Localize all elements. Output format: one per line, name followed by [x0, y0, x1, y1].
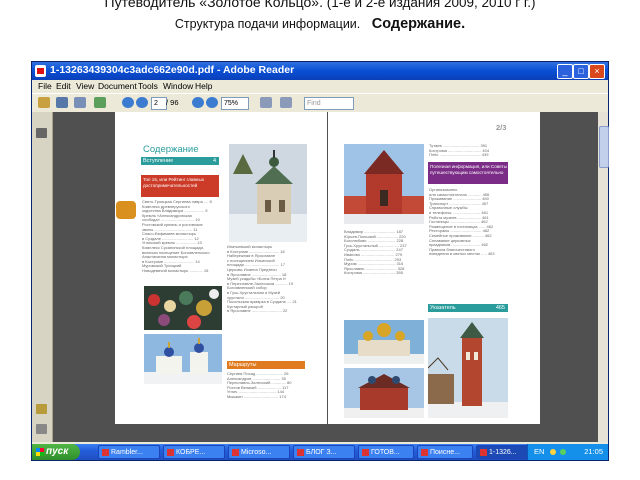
- tray-icon[interactable]: [560, 449, 566, 455]
- contents-text: Содержание.: [371, 16, 466, 32]
- taskbar-button[interactable]: Поисне...: [417, 445, 473, 459]
- toc-entry[interactable]: в Ярославле ........................... …: [227, 309, 297, 314]
- toc-top15-list-continued: Ипатьевский монастырь в Костроме .......…: [227, 244, 297, 314]
- find-input[interactable]: Find: [304, 97, 354, 110]
- taskbar-button[interactable]: ГОТОВ...: [358, 445, 414, 459]
- toc-entry[interactable]: Новодевичий монастырь ............ 15: [142, 268, 212, 274]
- taskbar-button[interactable]: Microso...: [228, 445, 290, 459]
- minimize-button[interactable]: _: [557, 64, 573, 79]
- window-title: 1-13263439304c3adc662e90d.pdf - Adobe Re…: [50, 64, 295, 76]
- page-right: 2/3 Владимир ...........................…: [328, 112, 540, 424]
- slide-caption-line1: Путеводитель «Золотое Кольцо». (1-е и 2-…: [0, 0, 640, 10]
- slide-caption-line2: Структура подачи информации. Содержание.: [0, 16, 640, 32]
- title-bar[interactable]: 1-13263439304c3adc662e90d.pdf - Adobe Re…: [32, 62, 608, 80]
- menu-file[interactable]: File: [38, 81, 52, 91]
- zoom-out-icon[interactable]: [192, 97, 204, 108]
- page-number-input[interactable]: 2: [151, 97, 167, 110]
- red-church-photo: [344, 368, 424, 418]
- taskbar: пуск Rambler... КОБРЕ... Microso... БЛОГ…: [32, 444, 608, 460]
- menu-view[interactable]: View: [76, 81, 94, 91]
- toc-entry[interactable]: поведения в святых местах ..... 463: [429, 252, 495, 257]
- menu-tools[interactable]: Tools: [138, 81, 158, 91]
- collaborate-icon[interactable]: [94, 97, 106, 108]
- index-label: Указатель: [430, 305, 456, 311]
- scrollbar-thumb[interactable]: [599, 126, 609, 168]
- menu-document[interactable]: Document: [98, 81, 137, 91]
- intro-label: Вступление: [143, 158, 174, 164]
- toc-routes-list: Сергиев Посад ........................ 2…: [227, 371, 291, 400]
- page-left: Содержание Вступление 4 Топ 15, или Рейт…: [115, 112, 327, 424]
- toc-entry[interactable]: Кострома ............................. 3…: [344, 271, 407, 276]
- toc-heading: Содержание: [143, 144, 199, 155]
- page-number: 2/3: [496, 123, 507, 132]
- fit-width-icon[interactable]: [280, 97, 292, 108]
- taskbar-button-active[interactable]: 1-1326...: [476, 445, 528, 459]
- toc-cities-list-continued: Тутаев .................................…: [429, 143, 489, 158]
- christmas-market-photo: [144, 286, 222, 330]
- start-button[interactable]: пуск: [32, 444, 80, 460]
- intro-page: 4: [212, 158, 216, 164]
- menu-edit[interactable]: Edit: [56, 81, 71, 91]
- tray-icon[interactable]: [550, 449, 556, 455]
- pdf-icon: [35, 65, 46, 77]
- toc-tips-list: Организованно или самостоятельно .......…: [429, 187, 495, 257]
- menu-bar: File Edit View Document Tools Window Hel…: [32, 80, 608, 93]
- golden-domes-photo: [344, 320, 424, 364]
- taskbar-button[interactable]: БЛОГ З...: [293, 445, 355, 459]
- previous-page-icon[interactable]: [122, 97, 134, 108]
- intro-bar: Вступление 4: [141, 157, 219, 165]
- zoom-select[interactable]: 75%: [221, 97, 249, 110]
- routes-bar: Маршруты: [227, 361, 305, 369]
- page-tab-marker: [116, 201, 136, 219]
- system-tray: EN 21:05: [527, 444, 608, 460]
- structure-text: Структура подачи информации.: [174, 17, 361, 31]
- taskbar-button[interactable]: Rambler...: [98, 445, 160, 459]
- attachments-icon[interactable]: [36, 424, 47, 434]
- white-church-photo: [144, 334, 222, 384]
- fit-page-icon[interactable]: [260, 97, 272, 108]
- toc-entry[interactable]: Плёс ...................................…: [429, 153, 489, 158]
- guide-title: Путеводитель «Золотое Кольцо».: [104, 0, 323, 10]
- language-indicator[interactable]: EN: [534, 444, 544, 460]
- editions-note: (1-е и 2-е издания 2009, 2010 г г.): [326, 0, 536, 10]
- print-icon[interactable]: [56, 97, 68, 108]
- index-bar: Указатель 465: [428, 304, 508, 312]
- vertical-scrollbar[interactable]: [598, 112, 609, 442]
- document-view[interactable]: Содержание Вступление 4 Топ 15, или Рейт…: [53, 112, 609, 442]
- close-button[interactable]: ×: [589, 64, 605, 79]
- menu-window[interactable]: Window: [163, 81, 193, 91]
- taskbar-button[interactable]: КОБРЕ...: [163, 445, 225, 459]
- toolbar: 2 / 96 75% Find: [32, 93, 608, 113]
- index-page: 465: [495, 305, 505, 311]
- page-total: / 96: [166, 98, 179, 107]
- toc-cities-list: Владимир ............................ 18…: [344, 229, 407, 276]
- toc-top15-list: Свято-Троицкая Сергиева лавра .... 8 Ком…: [142, 199, 212, 274]
- open-folder-icon[interactable]: [38, 97, 50, 108]
- zoom-in-icon[interactable]: [206, 97, 218, 108]
- navigation-panel: [32, 112, 53, 442]
- adobe-reader-window: 1-13263439304c3adc662e90d.pdf - Adobe Re…: [32, 62, 609, 460]
- maximize-button[interactable]: □: [573, 64, 589, 79]
- next-page-icon[interactable]: [136, 97, 148, 108]
- clock: 21:05: [584, 447, 603, 456]
- signatures-icon[interactable]: [36, 404, 47, 414]
- bell-tower-photo: [428, 318, 508, 418]
- menu-help[interactable]: Help: [195, 81, 212, 91]
- monastery-photo: [229, 144, 307, 242]
- top15-bar: Топ 15, или Рейтинг главных достопримеча…: [141, 175, 219, 197]
- email-icon[interactable]: [74, 97, 86, 108]
- tips-bar: Полезная информация, или Советы путешест…: [428, 162, 508, 184]
- pages-panel-icon[interactable]: [36, 128, 47, 138]
- kremlin-tower-photo: [344, 144, 424, 224]
- toc-entry[interactable]: Мышкин ............................... 1…: [227, 394, 291, 400]
